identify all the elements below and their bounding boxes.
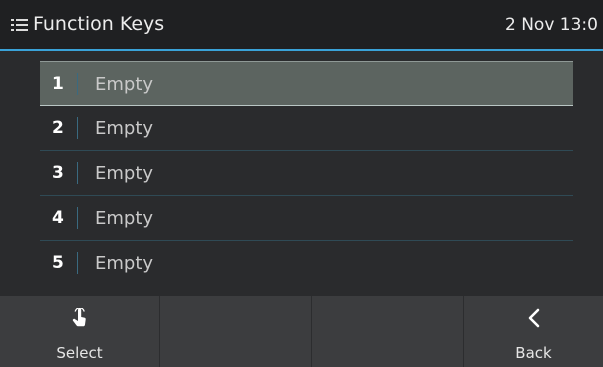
date-time: 2 Nov 13:0 (505, 15, 598, 35)
list-item-5[interactable]: 5 Empty (40, 241, 573, 286)
item-divider (77, 73, 78, 95)
item-divider (77, 207, 78, 229)
list-item-4[interactable]: 4 Empty (40, 196, 573, 241)
back-label: Back (515, 344, 552, 362)
header-bar: Function Keys 2 Nov 13:0 (0, 0, 603, 51)
item-number: 2 (52, 118, 64, 138)
list-item-1[interactable]: 1 Empty (40, 61, 573, 106)
item-divider (77, 162, 78, 184)
item-number: 1 (52, 74, 64, 94)
select-label: Select (56, 344, 103, 362)
list-item-2[interactable]: 2 Empty (40, 106, 573, 151)
function-key-list: 1 Empty 2 Empty 3 Empty 4 Empty 5 Empty (40, 61, 573, 286)
select-softkey[interactable]: Select (0, 296, 160, 367)
softkey-2[interactable] (160, 296, 312, 367)
item-label: Empty (95, 74, 154, 95)
item-label: Empty (95, 253, 154, 274)
item-divider (77, 252, 78, 274)
item-label: Empty (95, 163, 154, 184)
item-number: 3 (52, 163, 64, 183)
item-number: 4 (52, 208, 64, 228)
item-number: 5 (52, 253, 64, 273)
softkey-3[interactable] (312, 296, 464, 367)
item-label: Empty (95, 118, 154, 139)
item-divider (77, 117, 78, 139)
softkey-bar: Select Back (0, 296, 603, 367)
tap-hand-icon (0, 307, 159, 333)
item-label: Empty (95, 208, 154, 229)
list-item-3[interactable]: 3 Empty (40, 151, 573, 196)
list-menu-icon[interactable] (11, 18, 29, 32)
page-title: Function Keys (33, 13, 165, 35)
back-softkey[interactable]: Back (464, 296, 603, 367)
chevron-left-icon (464, 308, 603, 333)
